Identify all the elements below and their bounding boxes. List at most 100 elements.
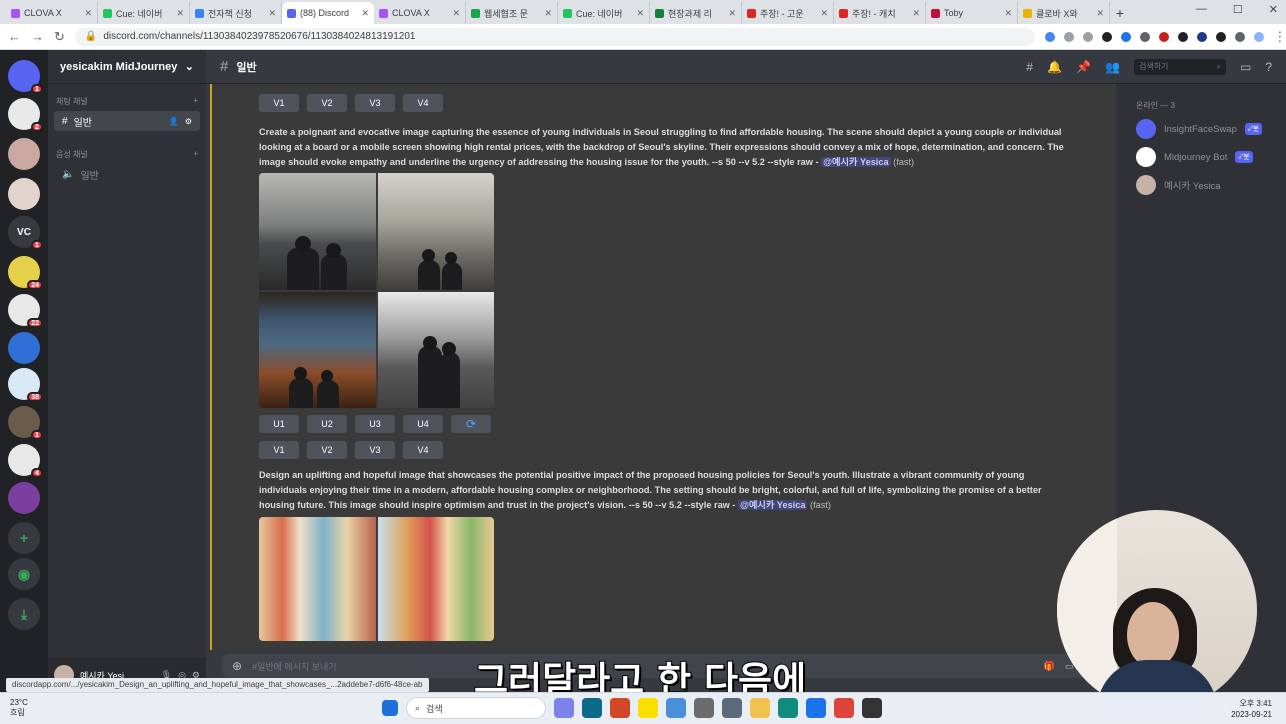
bookmark-icon[interactable] (1082, 31, 1093, 42)
browser-tab[interactable]: 주장! - 고운 ✕ (742, 2, 834, 24)
server-icon[interactable]: 24 (8, 256, 43, 290)
generated-image[interactable] (259, 517, 376, 641)
close-icon[interactable]: ✕ (544, 8, 552, 19)
close-icon[interactable]: ✕ (912, 8, 920, 19)
folder-icon[interactable] (750, 698, 770, 718)
server-icon[interactable] (8, 332, 40, 364)
forward-icon[interactable]: → (31, 29, 44, 44)
app-icon[interactable] (694, 698, 714, 718)
close-icon[interactable]: ✕ (176, 8, 184, 19)
google-icon[interactable] (1044, 31, 1055, 42)
member-item[interactable]: 예시카 Yesica (1136, 175, 1286, 195)
browser-tab[interactable]: (88) Discord ✕ (282, 2, 374, 24)
v4-button[interactable]: V4 (403, 441, 443, 459)
taskbar-search[interactable]: ⌕ 검색 (406, 697, 546, 719)
server-icon[interactable]: 4 (8, 444, 43, 478)
explore-icon[interactable]: ◉ (8, 558, 40, 590)
close-icon[interactable]: ✕ (1004, 8, 1012, 19)
browser-tab[interactable]: 웹세협조 문 ✕ (466, 2, 558, 24)
sidepanel-icon[interactable] (1234, 31, 1245, 42)
url-field[interactable]: 🔒 discord.com/channels/11303840239785206… (74, 27, 1035, 46)
download-icon[interactable]: ⤓ (8, 598, 40, 630)
v2-button[interactable]: V2 (307, 441, 347, 459)
system-clock[interactable]: 오후 3:41 2023-09-21 (1231, 698, 1272, 720)
back-icon[interactable]: ← (8, 29, 21, 44)
browser-tab[interactable]: Toby ✕ (926, 2, 1018, 24)
kakaotalk-icon[interactable] (638, 698, 658, 718)
user-mention[interactable]: @예시카 Yesica (738, 500, 808, 510)
app-icon[interactable] (862, 698, 882, 718)
close-icon[interactable]: ✕ (728, 8, 736, 19)
extension-icon[interactable] (1196, 31, 1207, 42)
user-mention[interactable]: @예시카 Yesica (821, 157, 891, 167)
browser-tab[interactable]: CLOVA X ✕ (374, 2, 466, 24)
search-input[interactable]: 검색하기 ⌕ (1133, 58, 1226, 75)
image-grid[interactable] (259, 173, 494, 408)
plus-icon[interactable]: + (193, 149, 198, 160)
v3-button[interactable]: V3 (355, 94, 395, 112)
app-icon[interactable] (806, 698, 826, 718)
help-icon[interactable]: ? (1265, 60, 1272, 74)
chrome-icon[interactable] (834, 698, 854, 718)
edge-icon[interactable] (778, 698, 798, 718)
powerpoint-icon[interactable] (610, 698, 630, 718)
add-server-icon[interactable]: + (8, 522, 40, 554)
reload-icon[interactable]: ↻ (54, 29, 65, 45)
inbox-icon[interactable]: ▭ (1240, 60, 1251, 74)
voice-category[interactable]: 음성 채널 + (48, 149, 206, 160)
maximize-icon[interactable]: ☐ (1233, 3, 1243, 16)
profile-avatar[interactable] (1253, 31, 1264, 42)
browser-tab[interactable]: 현장과제 리 ✕ (650, 2, 742, 24)
gear-icon[interactable]: ⚙ (185, 117, 192, 126)
gift-icon[interactable]: 🎁 (1044, 661, 1055, 672)
generated-image[interactable] (259, 291, 376, 408)
server-icon[interactable] (8, 178, 40, 210)
text-category[interactable]: 채팅 채널 + (48, 96, 206, 107)
bell-icon[interactable]: 🔔 (1047, 60, 1062, 74)
u4-button[interactable]: U4 (403, 415, 443, 433)
generated-image[interactable] (259, 173, 376, 290)
v1-button[interactable]: V1 (259, 441, 299, 459)
app-icon[interactable] (666, 698, 686, 718)
plus-icon[interactable]: + (193, 96, 198, 107)
channel-item-general[interactable]: # 일반 👤 ⚙ (54, 111, 200, 131)
server-icon[interactable]: 22 (8, 294, 43, 328)
v2-button[interactable]: V2 (307, 94, 347, 112)
server-icon[interactable]: 1 (8, 406, 43, 440)
close-icon[interactable]: ✕ (84, 8, 92, 19)
browser-tab[interactable]: CLOVA X ✕ (6, 2, 98, 24)
browser-tab[interactable]: Cue: 네이버 ✕ (558, 2, 650, 24)
extension-icon[interactable] (1120, 31, 1131, 42)
plus-circle-icon[interactable]: ⊕ (232, 659, 242, 673)
server-icon[interactable]: 38 (8, 368, 43, 402)
app-icon[interactable] (582, 698, 602, 718)
close-icon[interactable]: ✕ (1096, 8, 1104, 19)
close-icon[interactable]: ✕ (361, 8, 369, 19)
close-icon[interactable]: ✕ (268, 8, 276, 19)
u3-button[interactable]: U3 (355, 415, 395, 433)
close-icon[interactable]: ✕ (1269, 3, 1278, 16)
generated-image[interactable] (377, 173, 494, 290)
extension-icon[interactable] (1101, 31, 1112, 42)
browser-tab[interactable]: 클로바 X와 ✕ (1018, 2, 1110, 24)
u2-button[interactable]: U2 (307, 415, 347, 433)
server-icon[interactable]: VC 1 (8, 216, 43, 250)
browser-tab[interactable]: 주장! - 캐치 ✕ (834, 2, 926, 24)
u1-button[interactable]: U1 (259, 415, 299, 433)
v3-button[interactable]: V3 (355, 441, 395, 459)
image-grid[interactable] (259, 517, 494, 641)
member-item[interactable]: Midjourney Bot ✓봇 (1136, 147, 1286, 167)
pin-icon[interactable]: 📌 (1076, 60, 1091, 74)
v1-button[interactable]: V1 (259, 94, 299, 112)
reroll-button[interactable]: ⟳ (451, 415, 491, 433)
minimize-icon[interactable]: — (1196, 3, 1207, 16)
generated-image[interactable] (377, 517, 494, 641)
browser-tab[interactable]: Cue: 네이버 ✕ (98, 2, 190, 24)
members-icon[interactable]: 👥 (1105, 60, 1120, 74)
weather-widget[interactable]: 23°C 흐림 (10, 698, 28, 718)
chat-icon[interactable] (554, 698, 574, 718)
menu-icon[interactable]: ⋮ (1273, 29, 1286, 45)
server-icon[interactable]: 2 (8, 98, 43, 132)
server-header[interactable]: yesicakim MidJourney ⌄ (48, 50, 206, 84)
server-icon[interactable] (8, 482, 40, 514)
